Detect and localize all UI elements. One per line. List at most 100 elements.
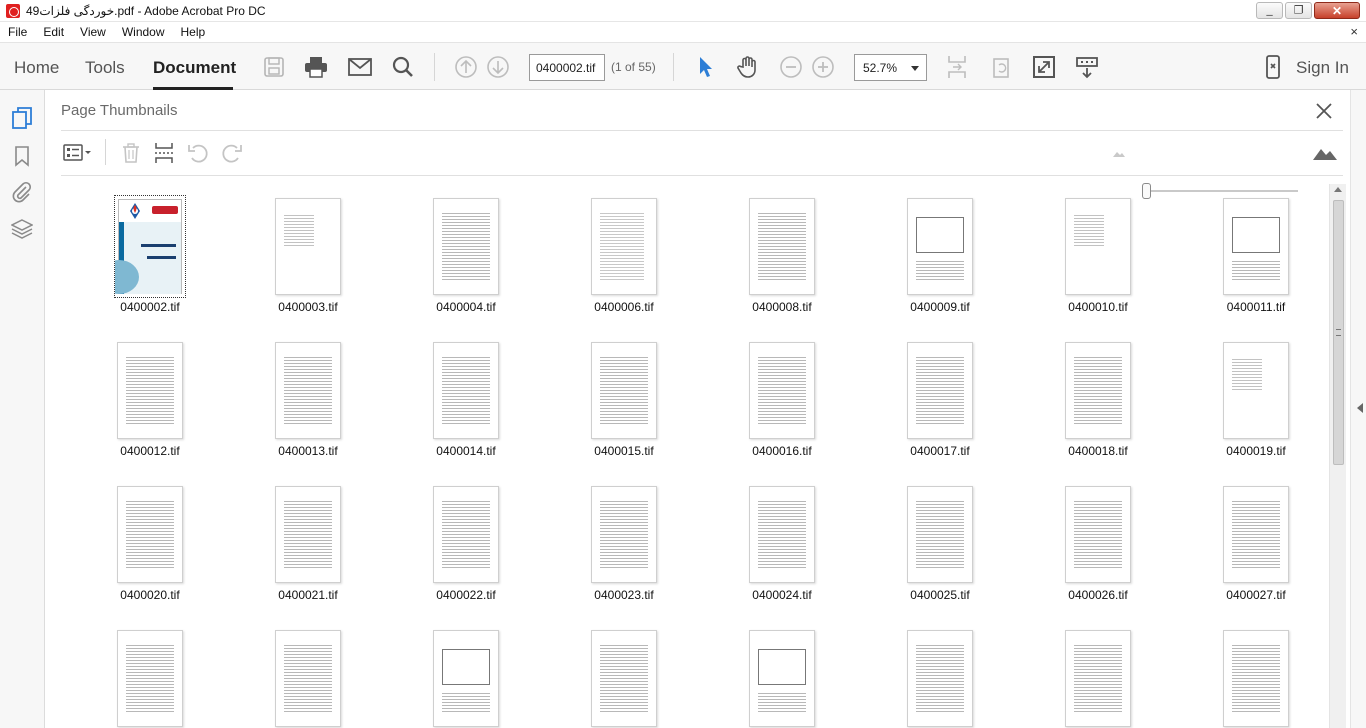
text-lines — [1074, 213, 1104, 246]
page-thumbnail[interactable]: 0400026.tif — [1033, 476, 1163, 616]
menu-view[interactable]: View — [72, 25, 114, 39]
large-thumbnails-icon[interactable] — [1311, 141, 1339, 165]
menu-file[interactable]: File — [0, 25, 35, 39]
rotate-icon[interactable] — [988, 54, 1014, 80]
thumbnail-page-image — [117, 342, 183, 439]
next-page-icon[interactable] — [485, 54, 511, 80]
grip-icon — [1336, 329, 1341, 336]
minimize-icon: _ — [1266, 4, 1273, 16]
window-title: خوردگی فلزات49.pdf - Adobe Acrobat Pro D… — [26, 3, 266, 18]
thumbnail-page-image — [275, 486, 341, 583]
vertical-scrollbar[interactable] — [1329, 184, 1346, 728]
page-thumbnail[interactable]: 0400014.tif — [401, 332, 531, 472]
menu-edit[interactable]: Edit — [35, 25, 72, 39]
thumbnail-label: 0400003.tif — [278, 300, 338, 314]
page-thumbnail[interactable]: 0400012.tif — [85, 332, 215, 472]
right-pane-toggle[interactable] — [1350, 90, 1366, 728]
thumbnail-page-image — [275, 342, 341, 439]
page-thumbnail[interactable]: 0400011.tif — [1191, 188, 1321, 328]
page-thumbnail[interactable] — [243, 620, 373, 728]
hand-icon[interactable] — [735, 54, 761, 80]
thumbnail-label: 0400009.tif — [910, 300, 970, 314]
page-thumbnail[interactable]: 0400013.tif — [243, 332, 373, 472]
page-thumbnail[interactable]: 0400015.tif — [559, 332, 689, 472]
rotate-cw-icon[interactable] — [220, 141, 244, 165]
page-thumbnail[interactable] — [1033, 620, 1163, 728]
thumbnail-page-image — [114, 195, 186, 298]
zoom-in-icon[interactable] — [810, 54, 836, 80]
page-thumbnail[interactable]: 0400003.tif — [243, 188, 373, 328]
bookmarks-icon[interactable] — [10, 144, 34, 168]
page-thumbnail[interactable]: 0400019.tif — [1191, 332, 1321, 472]
prev-page-icon[interactable] — [453, 54, 479, 80]
page-thumbnail[interactable]: 0400009.tif — [875, 188, 1005, 328]
attachments-icon[interactable] — [10, 180, 34, 204]
page-thumbnail[interactable]: 0400002.tif — [85, 188, 215, 328]
page-thumbnail[interactable] — [85, 620, 215, 728]
page-thumbnail[interactable]: 0400017.tif — [875, 332, 1005, 472]
tab-document[interactable]: Document — [153, 58, 236, 78]
page-thumbnail[interactable]: 0400006.tif — [559, 188, 689, 328]
search-icon[interactable] — [390, 54, 416, 80]
page-thumbnails-icon[interactable] — [10, 106, 34, 130]
close-window-button[interactable]: ✕ — [1314, 2, 1360, 19]
select-cursor-icon[interactable] — [693, 54, 719, 80]
zoom-out-icon[interactable] — [778, 54, 804, 80]
full-screen-icon[interactable] — [1031, 54, 1057, 80]
restore-button[interactable]: ❐ — [1285, 2, 1312, 19]
mobile-link-icon[interactable] — [1260, 54, 1286, 80]
save-icon[interactable] — [261, 54, 287, 80]
text-lines — [916, 259, 964, 282]
figure-box — [442, 649, 490, 685]
tab-tools[interactable]: Tools — [85, 58, 125, 78]
email-icon[interactable] — [347, 54, 373, 80]
thumbnail-label: 0400026.tif — [1068, 588, 1128, 602]
sign-in-link[interactable]: Sign In — [1296, 58, 1349, 78]
panel-title: Page Thumbnails — [61, 102, 178, 119]
delete-icon[interactable] — [119, 141, 143, 165]
layers-icon[interactable] — [10, 217, 34, 241]
page-thumbnail[interactable]: 0400018.tif — [1033, 332, 1163, 472]
scroll-thumb[interactable] — [1333, 200, 1344, 465]
text-lines — [600, 643, 648, 714]
page-thumbnail[interactable] — [1191, 620, 1321, 728]
page-thumbnail[interactable] — [559, 620, 689, 728]
cover-page-art — [115, 199, 182, 294]
page-thumbnail[interactable]: 0400025.tif — [875, 476, 1005, 616]
page-thumbnail[interactable]: 0400022.tif — [401, 476, 531, 616]
page-thumbnail[interactable]: 0400023.tif — [559, 476, 689, 616]
small-thumbnails-icon[interactable] — [1107, 141, 1131, 165]
insert-page-icon[interactable] — [152, 141, 176, 165]
text-lines — [1232, 643, 1280, 714]
page-thumbnail[interactable] — [875, 620, 1005, 728]
thumbnail-grid: 0400002.tif 0400003.tif 0400004.tif 0400006… — [45, 188, 1335, 728]
fit-page-icon[interactable] — [944, 54, 970, 80]
page-thumbnail[interactable]: 0400008.tif — [717, 188, 847, 328]
page-thumbnail[interactable]: 0400024.tif — [717, 476, 847, 616]
cover-title-line — [147, 256, 176, 259]
page-thumbnail[interactable]: 0400004.tif — [401, 188, 531, 328]
menu-window[interactable]: Window — [114, 25, 173, 39]
text-lines — [284, 213, 314, 246]
rotate-ccw-icon[interactable] — [186, 141, 210, 165]
page-number-input[interactable] — [529, 54, 605, 81]
options-menu-icon[interactable] — [63, 141, 93, 165]
minimize-button[interactable]: _ — [1256, 2, 1283, 19]
page-thumbnail[interactable]: 0400010.tif — [1033, 188, 1163, 328]
page-thumbnail[interactable]: 0400021.tif — [243, 476, 373, 616]
page-thumbnail[interactable]: 0400016.tif — [717, 332, 847, 472]
scroll-up-icon[interactable] — [1334, 187, 1342, 192]
tab-home[interactable]: Home — [14, 58, 59, 78]
text-lines — [126, 499, 174, 570]
read-mode-icon[interactable] — [1074, 54, 1100, 80]
close-document-icon[interactable]: × — [1350, 24, 1358, 39]
menu-help[interactable]: Help — [173, 25, 214, 39]
close-panel-icon[interactable] — [1313, 100, 1335, 122]
text-lines — [758, 499, 806, 570]
page-thumbnail[interactable] — [401, 620, 531, 728]
page-thumbnail[interactable]: 0400020.tif — [85, 476, 215, 616]
page-thumbnail[interactable] — [717, 620, 847, 728]
page-thumbnail[interactable]: 0400027.tif — [1191, 476, 1321, 616]
print-icon[interactable] — [303, 54, 329, 80]
zoom-select[interactable]: 52.7% — [854, 54, 927, 81]
